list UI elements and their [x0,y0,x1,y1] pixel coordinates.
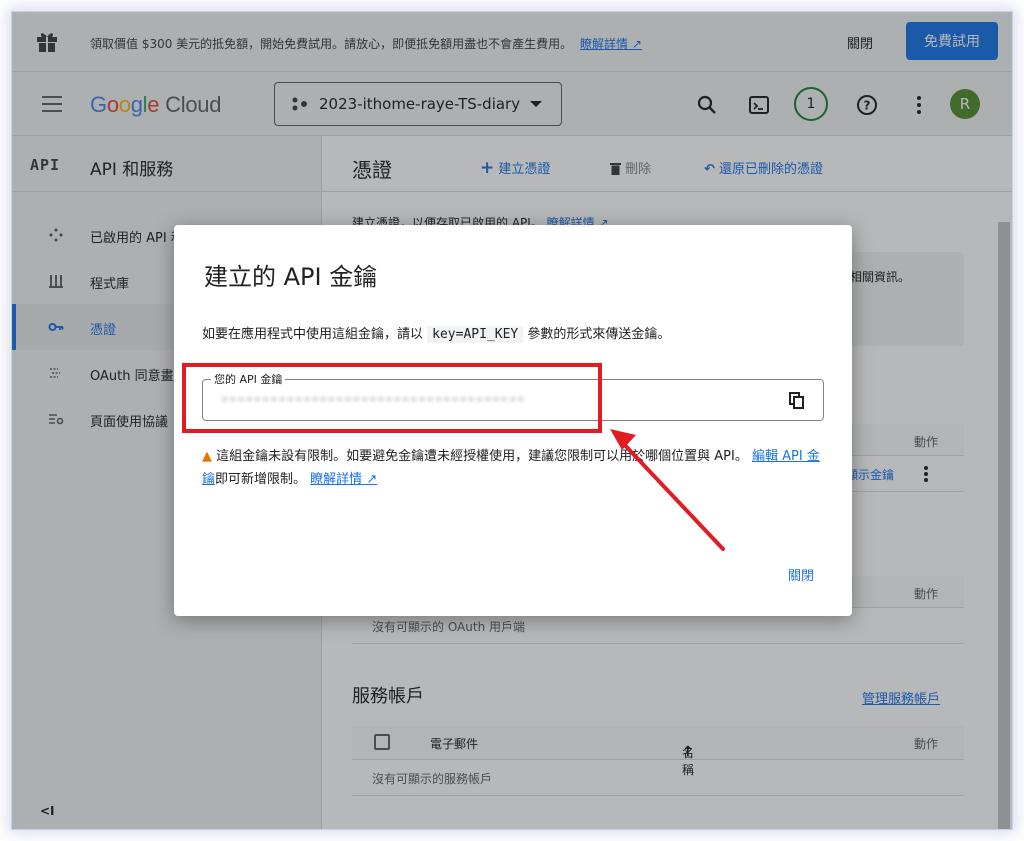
browser-frame: 領取價值 $300 美元的抵免額，開始免費試用。請放心，即便抵免額用盡也不會產生… [12,12,1012,829]
instruction-before: 如要在應用程式中使用這組金鑰，請以 [202,327,424,342]
highlight-box [182,363,602,433]
warning-learn-more-label: 瞭解詳情 [310,472,363,487]
warning-learn-more-link[interactable]: 瞭解詳情 ↗ [310,472,377,487]
api-key-created-dialog: 建立的 API 金鑰 如要在應用程式中使用這組金鑰，請以 key=API_KEY… [174,225,852,616]
instruction-after: 參數的形式來傳送金鑰。 [527,327,671,342]
dialog-close-button[interactable]: 關閉 [788,565,814,584]
dialog-instruction: 如要在應用程式中使用這組金鑰，請以 key=API_KEY 參數的形式來傳送金鑰… [202,323,671,343]
dialog-warning: ▲ 這組金鑰未設有限制。如要避免金鑰遭未經授權使用，建議您限制可以用於哪個位置與… [202,445,832,491]
warning-icon: ▲ [202,449,212,464]
copy-icon[interactable] [789,392,805,410]
dialog-title: 建立的 API 金鑰 [204,263,378,291]
instruction-code: key=API_KEY [427,326,524,343]
warning-suffix: 即可新增限制。 [215,472,307,487]
warning-text: 這組金鑰未設有限制。如要避免金鑰遭未經授權使用，建議您限制可以用於哪個位置與 A… [216,449,748,464]
